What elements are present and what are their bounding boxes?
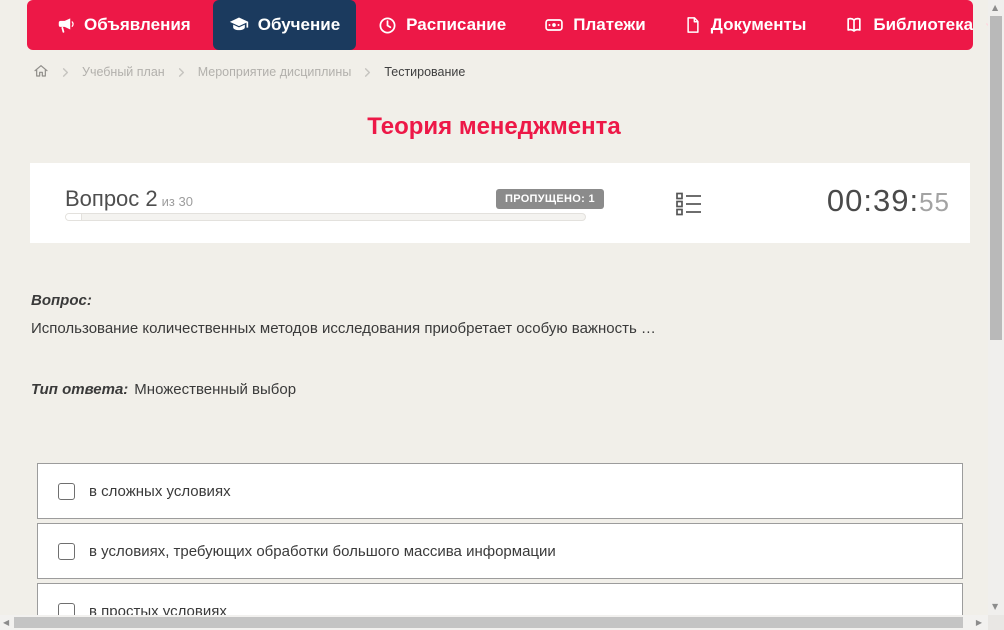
breadcrumb-item-curriculum[interactable]: Учебный план — [82, 65, 165, 79]
nav-item-label: Библиотека — [873, 15, 974, 34]
question-list-icon — [675, 192, 703, 221]
page-title: Теория менеджмента — [367, 113, 621, 140]
nav-item-schedule[interactable]: Расписание — [362, 0, 522, 50]
nav-item-label: Расписание — [406, 15, 507, 34]
nav-item-payments[interactable]: Платежи — [528, 0, 662, 50]
library-icon — [844, 15, 864, 35]
question-progress-bar — [65, 213, 586, 221]
horizontal-scrollbar-thumb[interactable] — [14, 617, 963, 628]
question-number-label: Вопрос 2 — [65, 186, 158, 211]
question-total-label: из 30 — [161, 194, 193, 209]
top-navigation: Объявления Обучение Расписание Платежи Д… — [27, 0, 996, 50]
timer-seconds: 55 — [919, 187, 950, 217]
document-icon — [684, 16, 702, 34]
nav-item-label: Обучение — [257, 15, 341, 34]
breadcrumb-home[interactable] — [33, 63, 49, 82]
option-label: в сложных условиях — [89, 482, 231, 500]
breadcrumb-item-testing: Тестирование — [384, 65, 466, 79]
nav-item-documents[interactable]: Документы — [668, 0, 823, 50]
scroll-up-arrow-icon[interactable]: ▲ — [992, 4, 998, 12]
horizontal-scrollbar[interactable]: ◀ ▶ — [0, 615, 988, 630]
nav-item-library[interactable]: Библиотека — [828, 0, 1004, 50]
timer: 00:39:55 — [827, 183, 950, 219]
scroll-right-arrow-icon[interactable]: ▶ — [976, 619, 982, 627]
clock-icon — [378, 16, 397, 35]
question-heading: Вопрос: — [31, 292, 92, 309]
answer-option[interactable]: в условиях, требующих обработки большого… — [37, 523, 963, 579]
answer-type-label: Тип ответа: — [31, 381, 129, 398]
chevron-right-icon — [176, 67, 187, 78]
option-checkbox[interactable] — [58, 542, 75, 560]
nav-item-label: Документы — [710, 15, 807, 34]
option-checkbox[interactable] — [58, 482, 75, 500]
skipped-badge: ПРОПУЩЕНО: 1 — [496, 189, 604, 209]
option-label: в условиях, требующих обработки большого… — [89, 542, 556, 560]
payments-icon — [544, 15, 564, 35]
chevron-right-icon — [60, 67, 71, 78]
progress-fill — [66, 214, 82, 220]
question-list-button[interactable] — [674, 190, 704, 220]
chevron-right-icon — [362, 67, 373, 78]
home-icon — [33, 63, 49, 82]
answer-type-value: Множественный выбор — [134, 381, 297, 398]
scroll-down-arrow-icon[interactable]: ▼ — [992, 603, 998, 611]
answer-option[interactable]: в сложных условиях — [37, 463, 963, 519]
vertical-scrollbar-thumb[interactable] — [990, 16, 1002, 340]
question-section: Вопрос: Использование количественных мет… — [31, 292, 951, 398]
question-number: Вопрос 2 из 30 — [65, 186, 193, 212]
nav-item-learning[interactable]: Обучение — [212, 0, 357, 50]
vertical-scrollbar[interactable]: ▲ ▼ — [988, 0, 1004, 615]
breadcrumb: Учебный план Мероприятие дисциплины Тест… — [33, 61, 465, 83]
graduation-cap-icon — [229, 15, 249, 35]
answer-type-row: Тип ответа: Множественный выбор — [31, 381, 951, 398]
nav-item-label: Платежи — [573, 15, 646, 34]
question-card: Вопрос 2 из 30 ПРОПУЩЕНО: 1 00:39:55 — [30, 163, 970, 243]
scrollbar-corner — [988, 615, 1004, 630]
megaphone-icon — [56, 16, 75, 35]
scroll-left-arrow-icon[interactable]: ◀ — [3, 619, 9, 627]
answer-options: в сложных условиях в условиях, требующих… — [37, 463, 963, 630]
nav-item-label: Объявления — [84, 15, 191, 34]
nav-item-announcements[interactable]: Объявления — [40, 0, 207, 50]
question-text: Использование количественных методов исс… — [31, 320, 656, 337]
timer-main: 00:39: — [826, 183, 920, 218]
breadcrumb-item-discipline-event[interactable]: Мероприятие дисциплины — [198, 65, 352, 79]
